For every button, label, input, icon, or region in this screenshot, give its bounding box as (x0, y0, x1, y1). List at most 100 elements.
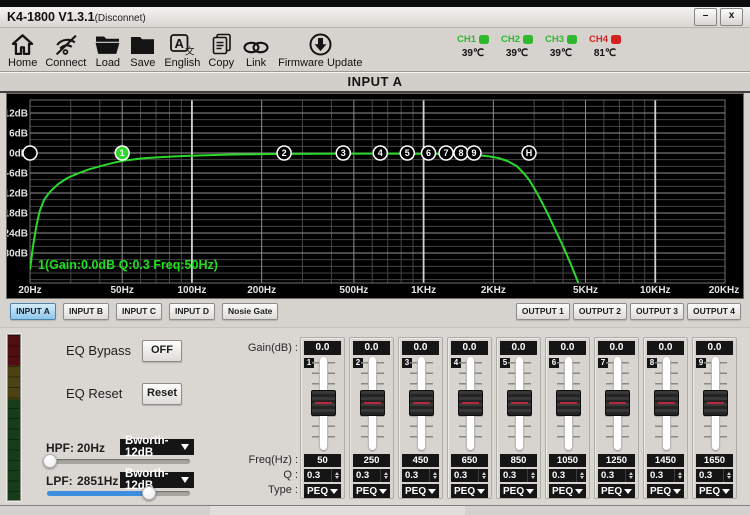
eq-point-marker-5[interactable]: 5 (400, 146, 414, 160)
band-type-dropdown[interactable]: PEQ (451, 484, 488, 498)
spinner-down-icon[interactable] (482, 476, 486, 479)
hpf-type-dropdown[interactable]: Bworth-12dB (120, 439, 194, 455)
tab-output-1[interactable]: OUTPUT 1 (516, 303, 570, 320)
toolbar-button-save[interactable]: Save (129, 30, 156, 69)
spinner-arrows[interactable] (576, 469, 586, 482)
svg-text:20Hz: 20Hz (18, 285, 41, 296)
gain-slider-handle[interactable] (654, 390, 679, 416)
eq-point-marker-2[interactable]: 2 (277, 146, 291, 160)
hpf-slider-track[interactable] (47, 459, 190, 464)
chevron-down-icon (722, 489, 730, 494)
spinner-down-icon[interactable] (531, 476, 535, 479)
band-type-dropdown[interactable]: PEQ (500, 484, 537, 498)
band-type-dropdown[interactable]: PEQ (598, 484, 635, 498)
band-type-dropdown[interactable]: PEQ (353, 484, 390, 498)
eq-point-marker-3[interactable]: 3 (336, 146, 350, 160)
download-circle-icon (308, 30, 333, 57)
eq-point-marker-6[interactable]: 6 (422, 146, 436, 160)
toolbar-button-copy[interactable]: Copy (208, 30, 234, 69)
tab-output-2[interactable]: OUTPUT 2 (573, 303, 627, 320)
spinner-down-icon[interactable] (433, 476, 437, 479)
hpf-slider-thumb[interactable] (43, 454, 57, 468)
band-q-spinner[interactable]: 0.3 (304, 469, 341, 482)
spinner-up-icon[interactable] (727, 472, 731, 475)
band-q-spinner[interactable]: 0.3 (353, 469, 390, 482)
band-type-dropdown[interactable]: PEQ (647, 484, 684, 498)
spinner-arrows[interactable] (674, 469, 684, 482)
band-q-value: 0.3 (598, 469, 625, 482)
spinner-up-icon[interactable] (629, 472, 633, 475)
minimize-button[interactable]: – (694, 8, 717, 26)
tab-input-c[interactable]: INPUT C (116, 303, 162, 320)
tab-input-d[interactable]: INPUT D (169, 303, 215, 320)
tab-nosie-gate[interactable]: Nosie Gate (222, 303, 278, 320)
band-type-value: PEQ (699, 486, 720, 497)
close-button[interactable]: x (720, 8, 743, 26)
band-q-spinner[interactable]: 0.3 (647, 469, 684, 482)
band-type-dropdown[interactable]: PEQ (304, 484, 341, 498)
gain-slider-handle[interactable] (409, 390, 434, 416)
filter-edge-marker[interactable] (23, 146, 37, 160)
toolbar-button-link[interactable]: Link (242, 30, 270, 69)
band-q-spinner[interactable]: 0.3 (549, 469, 586, 482)
toolbar-button-english[interactable]: A文English (164, 30, 200, 69)
spinner-up-icon[interactable] (482, 472, 486, 475)
gain-slider-handle[interactable] (360, 390, 385, 416)
band-type-dropdown[interactable]: PEQ (696, 484, 733, 498)
band-frequency-display: 850 (500, 454, 537, 467)
spinner-arrows[interactable] (380, 469, 390, 482)
spinner-up-icon[interactable] (531, 472, 535, 475)
channel-status-ch3: CH339℃ (540, 33, 582, 59)
spinner-down-icon[interactable] (727, 476, 731, 479)
spinner-arrows[interactable] (527, 469, 537, 482)
gain-slider-handle[interactable] (458, 390, 483, 416)
spinner-down-icon[interactable] (384, 476, 388, 479)
tab-output-4[interactable]: OUTPUT 4 (687, 303, 741, 320)
lpf-slider-thumb[interactable] (142, 486, 156, 500)
band-type-dropdown[interactable]: PEQ (549, 484, 586, 498)
toolbar-button-home[interactable]: Home (8, 30, 37, 69)
gain-slider-handle[interactable] (703, 390, 728, 416)
band-q-spinner[interactable]: 0.3 (451, 469, 488, 482)
band-q-spinner[interactable]: 0.3 (500, 469, 537, 482)
eq-point-marker-8[interactable]: 8 (454, 146, 468, 160)
spinner-arrows[interactable] (723, 469, 733, 482)
spinner-up-icon[interactable] (433, 472, 437, 475)
tab-input-b[interactable]: INPUT B (63, 303, 109, 320)
spinner-down-icon[interactable] (678, 476, 682, 479)
eq-point-marker-h[interactable]: H (522, 146, 536, 160)
spinner-up-icon[interactable] (678, 472, 682, 475)
toolbar-button-load[interactable]: Load (94, 30, 121, 69)
eq-point-marker-9[interactable]: 9 (467, 146, 481, 160)
toolbar-button-firmware-update[interactable]: Firmware Update (278, 30, 362, 69)
spinner-down-icon[interactable] (580, 476, 584, 479)
tab-output-3[interactable]: OUTPUT 3 (630, 303, 684, 320)
spinner-arrows[interactable] (429, 469, 439, 482)
band-q-spinner[interactable]: 0.3 (598, 469, 635, 482)
spinner-up-icon[interactable] (580, 472, 584, 475)
gain-slider-handle[interactable] (507, 390, 532, 416)
toolbar-button-connect[interactable]: Connect (45, 30, 86, 69)
eq-bypass-button[interactable]: OFF (142, 340, 182, 362)
toolbar-button-label: Load (96, 57, 120, 69)
band-type-dropdown[interactable]: PEQ (402, 484, 439, 498)
channel-temperature: 81℃ (584, 48, 626, 59)
eq-reset-button[interactable]: Reset (142, 383, 182, 405)
gain-slider-handle[interactable] (605, 390, 630, 416)
eq-point-marker-4[interactable]: 4 (373, 146, 387, 160)
lpf-type-dropdown[interactable]: Bworth-12dB (120, 472, 194, 488)
spinner-arrows[interactable] (478, 469, 488, 482)
spinner-arrows[interactable] (625, 469, 635, 482)
spinner-arrows[interactable] (331, 469, 341, 482)
eq-point-marker-1[interactable]: 1 (115, 146, 129, 160)
eq-point-marker-7[interactable]: 7 (439, 146, 453, 160)
spinner-up-icon[interactable] (335, 472, 339, 475)
gain-slider-handle[interactable] (311, 390, 336, 416)
tab-input-a[interactable]: INPUT A (10, 303, 56, 320)
spinner-up-icon[interactable] (384, 472, 388, 475)
band-q-spinner[interactable]: 0.3 (696, 469, 733, 482)
gain-slider-handle[interactable] (556, 390, 581, 416)
spinner-down-icon[interactable] (629, 476, 633, 479)
spinner-down-icon[interactable] (335, 476, 339, 479)
band-q-spinner[interactable]: 0.3 (402, 469, 439, 482)
